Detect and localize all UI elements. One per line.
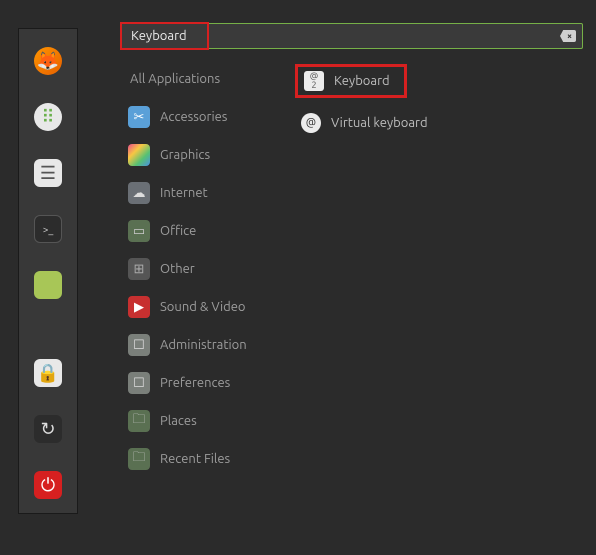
power-icon[interactable]: ⏻ (34, 471, 62, 499)
category-office[interactable]: ▭ Office (120, 219, 285, 243)
result-virtual-keyboard[interactable]: @ Virtual keyboard (295, 110, 585, 136)
category-label: Preferences (160, 376, 230, 390)
apps-icon[interactable]: ⠿ (34, 103, 62, 131)
graphics-icon (128, 144, 150, 166)
category-label: Recent Files (160, 452, 230, 466)
keyboard-icon: @2 (304, 71, 324, 91)
recent-files-icon: 🗀 (128, 448, 150, 470)
category-label: Other (160, 262, 195, 276)
category-places[interactable]: 🗀 Places (120, 409, 285, 433)
places-icon: 🗀 (128, 410, 150, 432)
category-label: Places (160, 414, 197, 428)
category-list: All Applications ✂ Accessories Graphics … (120, 67, 285, 471)
category-label: All Applications (128, 72, 220, 86)
lock-icon[interactable]: 🔒 (34, 359, 62, 387)
category-label: Administration (160, 338, 247, 352)
logout-icon[interactable]: ↻ (34, 415, 62, 443)
category-internet[interactable]: ☁ Internet (120, 181, 285, 205)
category-label: Internet (160, 186, 208, 200)
category-recent-files[interactable]: 🗀 Recent Files (120, 447, 285, 471)
category-other[interactable]: ⊞ Other (120, 257, 285, 281)
accessories-icon: ✂ (128, 106, 150, 128)
other-icon: ⊞ (128, 258, 150, 280)
category-label: Sound & Video (160, 300, 246, 314)
result-keyboard[interactable]: @2 Keyboard (295, 64, 407, 98)
menu-main: × All Applications ✂ Accessories Graphic… (120, 23, 585, 471)
terminal-icon[interactable]: >_ (34, 215, 62, 243)
category-all-applications[interactable]: All Applications (120, 67, 285, 91)
files-icon[interactable] (34, 271, 62, 299)
category-sound-video[interactable]: ▶ Sound & Video (120, 295, 285, 319)
favorites-sidebar: 🦊 ⠿ ☰ >_ 🔒 ↻ ⏻ (18, 28, 78, 514)
internet-icon: ☁ (128, 182, 150, 204)
clear-search-icon[interactable]: × (560, 30, 576, 42)
category-administration[interactable]: ☐ Administration (120, 333, 285, 357)
sound-video-icon: ▶ (128, 296, 150, 318)
firefox-icon[interactable]: 🦊 (34, 47, 62, 75)
category-label: Office (160, 224, 196, 238)
results-list: @2 Keyboard @ Virtual keyboard (285, 67, 585, 471)
preferences-icon: ☐ (128, 372, 150, 394)
search-input[interactable] (131, 29, 552, 43)
virtual-keyboard-icon: @ (301, 113, 321, 133)
administration-icon: ☐ (128, 334, 150, 356)
category-graphics[interactable]: Graphics (120, 143, 285, 167)
category-preferences[interactable]: ☐ Preferences (120, 371, 285, 395)
search-field[interactable]: × (120, 23, 583, 49)
category-label: Graphics (160, 148, 210, 162)
category-accessories[interactable]: ✂ Accessories (120, 105, 285, 129)
category-label: Accessories (160, 110, 227, 124)
result-label: Keyboard (334, 74, 390, 88)
office-icon: ▭ (128, 220, 150, 242)
result-label: Virtual keyboard (331, 116, 428, 130)
settings-icon[interactable]: ☰ (34, 159, 62, 187)
